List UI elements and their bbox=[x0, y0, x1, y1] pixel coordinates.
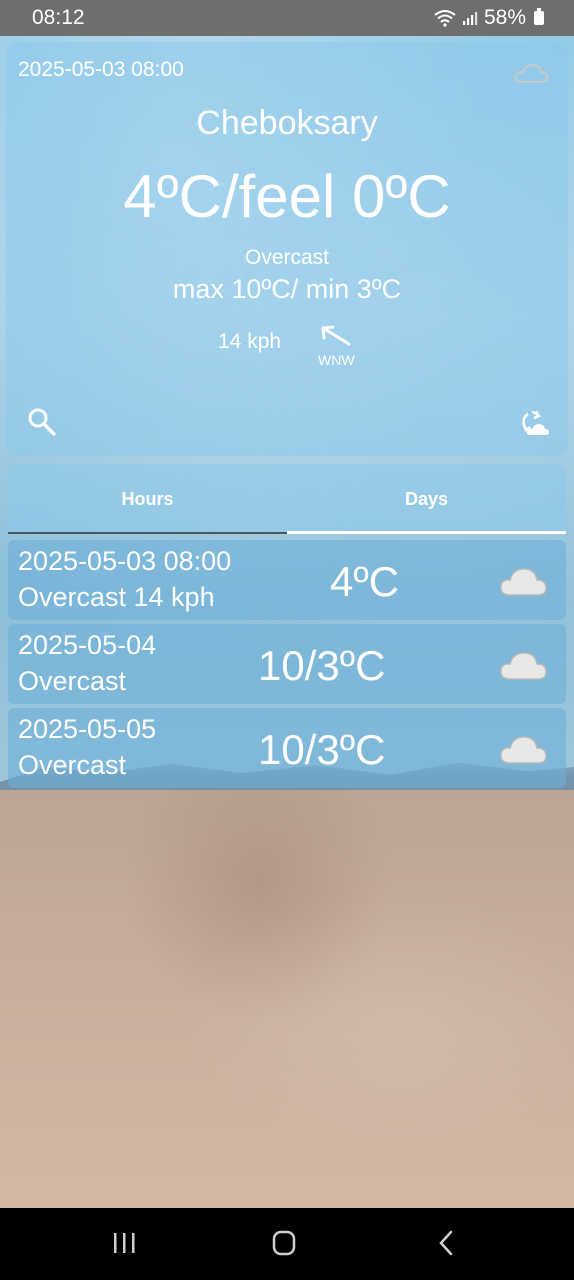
signal-icon bbox=[462, 12, 478, 25]
battery-icon bbox=[534, 8, 544, 25]
search-icon[interactable] bbox=[26, 406, 58, 438]
forecast-row[interactable]: 2025-05-05 Overcast 10/3ºC bbox=[8, 708, 566, 788]
forecast-date: 2025-05-04 bbox=[18, 630, 157, 660]
current-datetime: 2025-05-03 08:00 bbox=[18, 58, 184, 81]
forecast-temperature: 10/3ºC bbox=[258, 642, 386, 689]
cloud-icon bbox=[500, 736, 547, 764]
status-bar: 08:12 58% bbox=[0, 0, 574, 36]
city-name: Cheboksary bbox=[196, 104, 378, 142]
battery-percent: 58% bbox=[483, 6, 526, 29]
cloud-icon bbox=[500, 652, 547, 680]
current-condition: Overcast bbox=[244, 246, 330, 269]
tab-hours-indicator bbox=[8, 532, 287, 534]
wind-direction: WNW bbox=[318, 352, 355, 368]
desert-background bbox=[0, 790, 574, 1210]
tab-bar: Hours Days bbox=[8, 464, 566, 534]
forecast-date: 2025-05-05 bbox=[18, 714, 157, 744]
cloud-icon bbox=[514, 63, 548, 83]
status-right: 58% bbox=[434, 6, 544, 30]
tab-hours[interactable]: Hours bbox=[8, 464, 287, 534]
max-min-temperature: max 10ºC/ min 3ºC bbox=[172, 274, 402, 304]
tab-days[interactable]: Days bbox=[287, 464, 566, 534]
wind-arrow-icon bbox=[321, 325, 351, 346]
wind-speed: 14 kph bbox=[218, 330, 282, 353]
status-time: 08:12 bbox=[32, 6, 85, 29]
forecast-detail: Overcast 14 kph bbox=[18, 582, 215, 612]
forecast-detail: Overcast bbox=[18, 750, 127, 780]
navigation-bar bbox=[0, 1208, 574, 1280]
refresh-weather-icon[interactable] bbox=[516, 406, 550, 438]
forecast-temperature: 4ºC bbox=[330, 558, 400, 605]
wifi-icon bbox=[434, 10, 456, 27]
home-icon[interactable] bbox=[272, 1230, 296, 1256]
tab-days-label: Days bbox=[404, 488, 449, 509]
forecast-detail: Overcast bbox=[18, 666, 127, 696]
forecast-temperature: 10/3ºC bbox=[258, 726, 386, 773]
tab-hours-label: Hours bbox=[121, 488, 174, 509]
cloud-icon bbox=[500, 568, 547, 596]
forecast-row[interactable]: 2025-05-04 Overcast 10/3ºC bbox=[8, 624, 566, 704]
forecast-date: 2025-05-03 08:00 bbox=[18, 546, 232, 576]
recent-apps-icon[interactable] bbox=[112, 1232, 136, 1254]
current-temperature: 4ºC/feel 0ºC bbox=[123, 163, 451, 230]
forecast-row[interactable]: 2025-05-03 08:00 Overcast 14 kph 4ºC bbox=[8, 540, 566, 620]
back-icon[interactable] bbox=[436, 1230, 456, 1256]
tab-days-indicator bbox=[287, 531, 566, 534]
current-weather-card: 2025-05-03 08:00 Cheboksary 4ºC/feel 0ºC… bbox=[6, 42, 568, 456]
